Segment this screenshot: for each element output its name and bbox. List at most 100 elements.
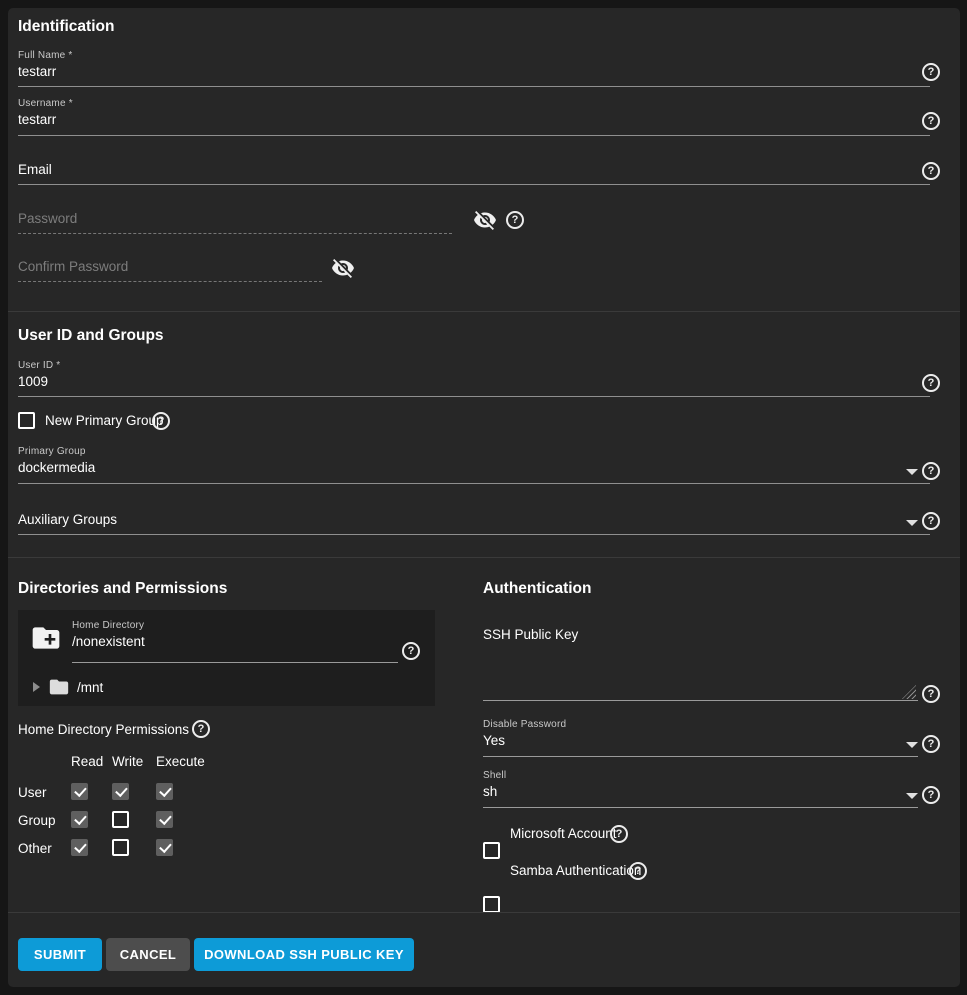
- permission-checkbox-group-execute[interactable]: [156, 811, 173, 828]
- confirm-password-underline: [18, 281, 322, 282]
- tree-node-mnt[interactable]: /mnt: [33, 675, 423, 699]
- ssh-public-key-help-icon[interactable]: ?: [922, 685, 940, 703]
- permissions-grid: ReadWriteExecuteUserGroupOther: [18, 754, 248, 867]
- password-placeholder[interactable]: Password: [18, 211, 452, 226]
- home-directory-permissions-header: Home Directory Permissions ?: [18, 720, 210, 738]
- permission-checkbox-other-execute[interactable]: [156, 839, 173, 856]
- permission-checkbox-user-read[interactable]: [71, 783, 88, 800]
- permission-checkbox-group-read[interactable]: [71, 811, 88, 828]
- permissions-row-label-user: User: [18, 783, 71, 811]
- disable-password-select[interactable]: Disable Password Yes: [483, 719, 918, 759]
- home-directory-browser: Home Directory /nonexistent ? /mnt: [18, 610, 435, 706]
- create-new-folder-icon[interactable]: [30, 622, 62, 654]
- home-directory-value[interactable]: /nonexistent: [72, 634, 398, 649]
- samba-authentication-label: Samba Authentication: [510, 863, 641, 878]
- full-name-underline: [18, 86, 930, 87]
- primary-group-underline: [18, 483, 930, 484]
- home-directory-field[interactable]: Home Directory /nonexistent: [72, 620, 398, 649]
- user-form-card: Identification Full Name * testarr ? Use…: [8, 8, 960, 987]
- textarea-resize-handle[interactable]: [902, 685, 916, 699]
- disable-password-help-icon[interactable]: ?: [922, 735, 940, 753]
- microsoft-account-checkbox[interactable]: [483, 842, 500, 859]
- shell-select[interactable]: Shell sh: [483, 770, 918, 810]
- shell-underline: [483, 807, 918, 808]
- confirm-password-placeholder[interactable]: Confirm Password: [18, 259, 322, 274]
- permission-checkbox-user-execute[interactable]: [156, 783, 173, 800]
- permissions-cell: [112, 839, 156, 867]
- tree-node-label[interactable]: /mnt: [77, 680, 103, 695]
- shell-value[interactable]: sh: [483, 784, 918, 799]
- permissions-cell: [71, 811, 112, 839]
- password-help-icon[interactable]: ?: [506, 211, 524, 229]
- username-field[interactable]: Username * testarr: [18, 98, 930, 138]
- permissions-cell: [71, 783, 112, 811]
- primary-group-dropdown-icon[interactable]: [906, 469, 918, 475]
- footer-divider: [8, 912, 960, 913]
- user-id-label: User ID *: [18, 360, 930, 371]
- username-label: Username *: [18, 98, 930, 109]
- folder-icon: [48, 676, 70, 698]
- ssh-public-key-label: SSH Public Key: [483, 627, 578, 642]
- disable-password-value[interactable]: Yes: [483, 733, 918, 748]
- microsoft-account-help-icon[interactable]: ?: [610, 825, 628, 843]
- user-id-help-icon[interactable]: ?: [922, 374, 940, 392]
- user-id-field[interactable]: User ID * 1009: [18, 360, 930, 400]
- primary-group-help-icon[interactable]: ?: [922, 462, 940, 480]
- disable-password-dropdown-icon[interactable]: [906, 742, 918, 748]
- home-directory-permissions-label: Home Directory Permissions: [18, 722, 189, 737]
- primary-group-value[interactable]: dockermedia: [18, 460, 930, 475]
- samba-authentication-checkbox[interactable]: [483, 896, 500, 913]
- primary-group-select[interactable]: Primary Group dockermedia: [18, 446, 930, 486]
- auxiliary-groups-help-icon[interactable]: ?: [922, 512, 940, 530]
- samba-authentication-help-icon[interactable]: ?: [629, 862, 647, 880]
- permission-checkbox-user-write[interactable]: [112, 783, 129, 800]
- section-divider: [8, 557, 960, 558]
- email-field[interactable]: Email: [18, 162, 930, 186]
- permissions-cell: [156, 839, 226, 867]
- permissions-corner-cell: [18, 754, 71, 783]
- download-ssh-public-key-button[interactable]: DOWNLOAD SSH PUBLIC KEY: [194, 938, 414, 971]
- home-directory-permissions-help-icon[interactable]: ?: [192, 720, 210, 738]
- full-name-value[interactable]: testarr: [18, 64, 930, 79]
- shell-help-icon[interactable]: ?: [922, 786, 940, 804]
- submit-button[interactable]: SUBMIT: [18, 938, 102, 971]
- ssh-public-key-textarea[interactable]: [483, 648, 918, 700]
- email-underline: [18, 184, 930, 185]
- permissions-cell: [156, 783, 226, 811]
- new-primary-group-help-icon[interactable]: ?: [152, 412, 170, 430]
- email-help-icon[interactable]: ?: [922, 162, 940, 180]
- auxiliary-groups-select[interactable]: Auxiliary Groups: [18, 512, 930, 536]
- cancel-button[interactable]: CANCEL: [106, 938, 190, 971]
- permission-checkbox-other-write[interactable]: [112, 839, 129, 856]
- email-label[interactable]: Email: [18, 162, 930, 177]
- full-name-field[interactable]: Full Name * testarr: [18, 50, 930, 90]
- user-id-groups-section-title: User ID and Groups: [18, 327, 164, 345]
- disable-password-label: Disable Password: [483, 719, 918, 730]
- username-underline: [18, 135, 930, 136]
- new-primary-group-checkbox[interactable]: [18, 412, 35, 429]
- permissions-cell: [112, 783, 156, 811]
- tree-expand-icon[interactable]: [33, 682, 40, 692]
- auxiliary-groups-dropdown-icon[interactable]: [906, 520, 918, 526]
- confirm-password-field[interactable]: Confirm Password: [18, 259, 322, 283]
- username-help-icon[interactable]: ?: [922, 112, 940, 130]
- identification-section-title: Identification: [18, 18, 114, 36]
- password-field[interactable]: Password: [18, 211, 452, 235]
- shell-dropdown-icon[interactable]: [906, 793, 918, 799]
- auxiliary-groups-label[interactable]: Auxiliary Groups: [18, 512, 930, 527]
- confirm-password-visibility-off-icon[interactable]: [331, 256, 355, 280]
- password-visibility-off-icon[interactable]: [473, 208, 497, 232]
- permission-checkbox-other-read[interactable]: [71, 839, 88, 856]
- permissions-row-label-group: Group: [18, 811, 71, 839]
- home-directory-help-icon[interactable]: ?: [402, 642, 420, 660]
- section-divider: [8, 311, 960, 312]
- permission-checkbox-group-write[interactable]: [112, 811, 129, 828]
- primary-group-label: Primary Group: [18, 446, 930, 457]
- username-value[interactable]: testarr: [18, 112, 930, 127]
- shell-label: Shell: [483, 770, 918, 781]
- permissions-cell: [112, 811, 156, 839]
- user-form-screen: Identification Full Name * testarr ? Use…: [0, 0, 967, 995]
- user-id-value[interactable]: 1009: [18, 374, 930, 389]
- full-name-help-icon[interactable]: ?: [922, 63, 940, 81]
- permissions-column-header-execute: Execute: [156, 754, 226, 783]
